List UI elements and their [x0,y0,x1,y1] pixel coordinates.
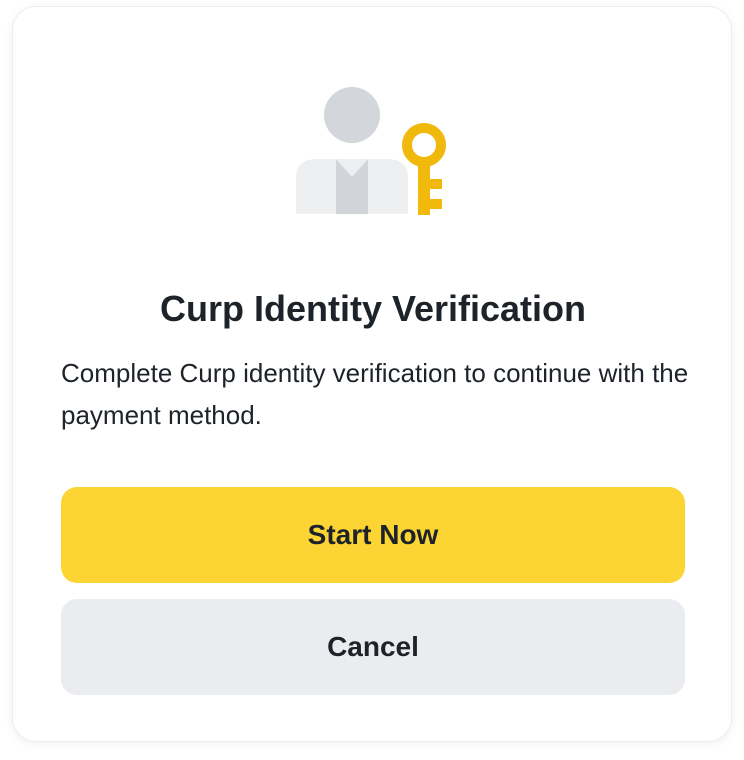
cancel-button-label: Cancel [327,631,419,662]
start-now-button-label: Start Now [307,519,439,550]
user-with-key-icon [296,87,448,217]
start-now-button[interactable]: Start Now [61,487,685,583]
dialog-description: Complete Curp identity verification to c… [61,358,689,430]
identity-verification-dialog: Curp Identity Verification Complete Curp… [12,6,732,742]
cancel-button[interactable]: Cancel [61,599,685,695]
dialog-title: Curp Identity Verification [159,288,587,329]
